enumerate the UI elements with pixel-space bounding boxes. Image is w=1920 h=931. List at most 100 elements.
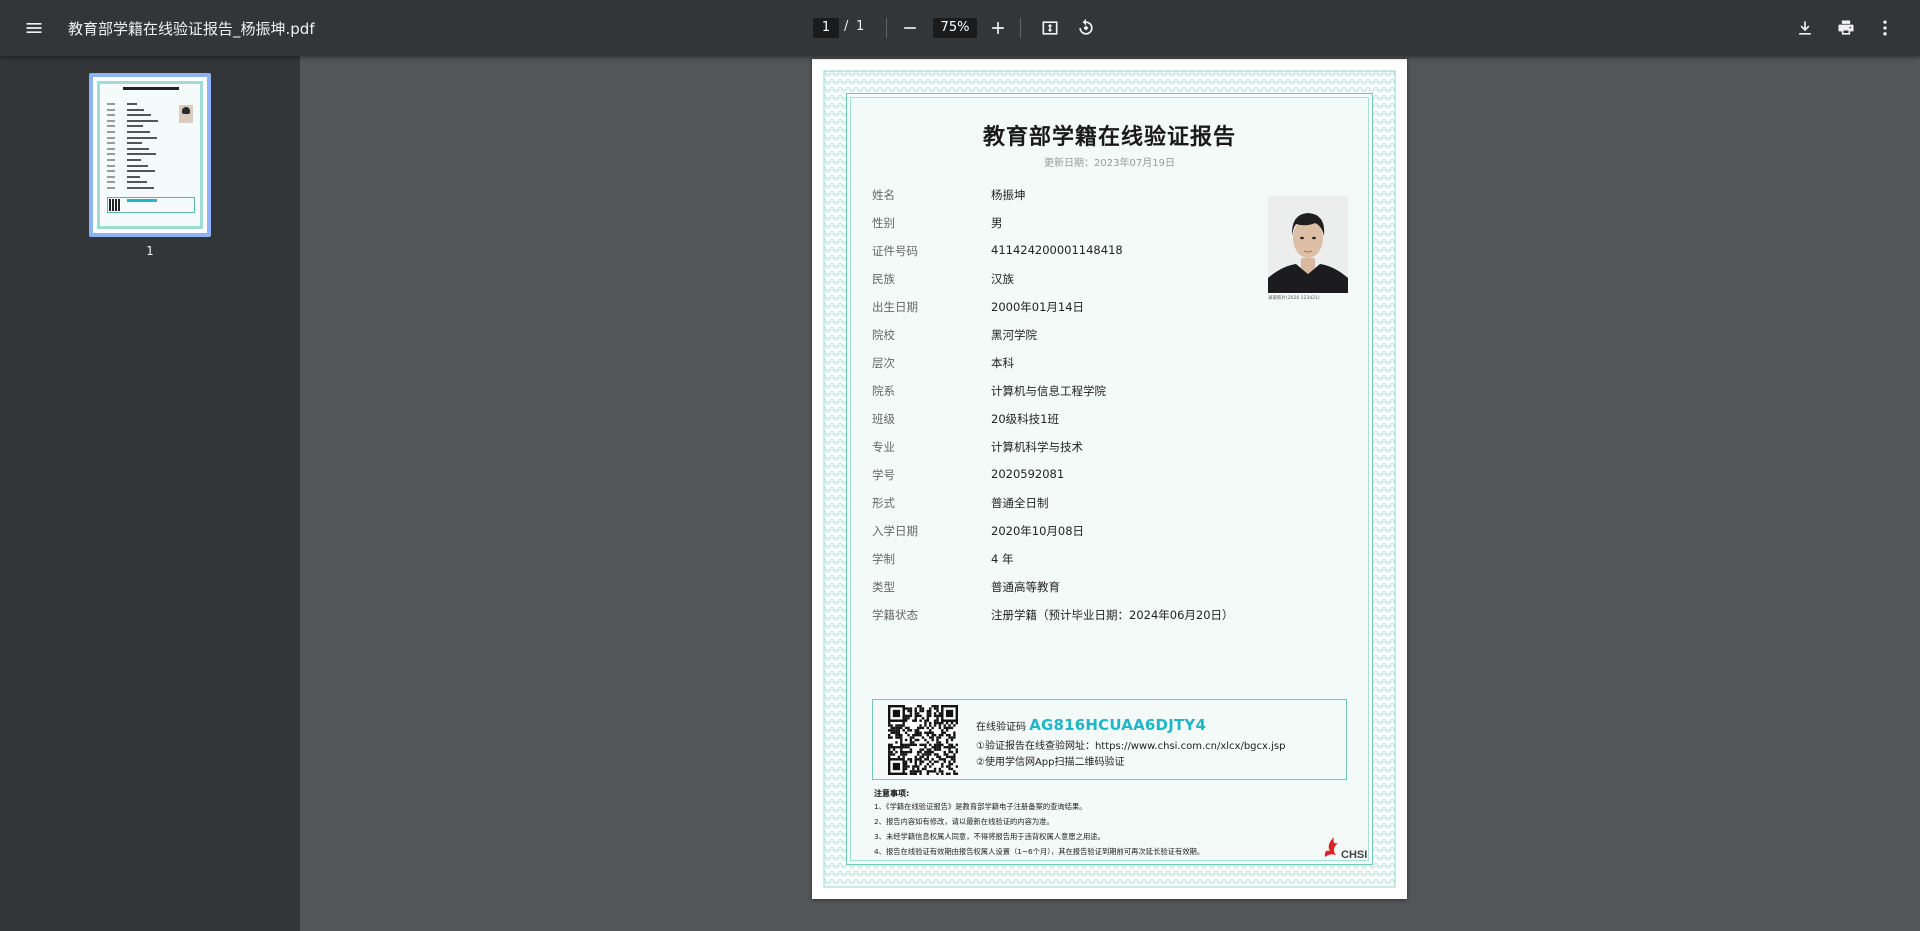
info-label: 证件号码 bbox=[872, 244, 918, 258]
thumbnail-text-line bbox=[127, 187, 154, 189]
thumbnail-text-line bbox=[107, 181, 115, 184]
thumbnail-text-line bbox=[107, 119, 115, 122]
update-date: 更新日期：2023年07月19日 bbox=[1044, 158, 1175, 169]
info-label: 性别 bbox=[872, 216, 895, 230]
thumbnail-text-line bbox=[107, 187, 115, 189]
print-button[interactable] bbox=[1828, 10, 1864, 46]
info-row: 学号 2020592081 bbox=[872, 467, 1292, 487]
info-row: 层次 本科 bbox=[872, 355, 1292, 375]
info-value: 杨振坤 bbox=[991, 188, 1026, 202]
chsi-logo: CHSI bbox=[1322, 835, 1382, 865]
info-label: 出生日期 bbox=[872, 300, 918, 314]
info-row: 学籍状态 注册学籍（预计毕业日期：2024年06月20日） bbox=[872, 607, 1292, 627]
thumbnail-text-line bbox=[127, 131, 150, 133]
thumbnail-text-line bbox=[107, 125, 115, 128]
report-title: 教育部学籍在线验证报告 bbox=[982, 125, 1236, 150]
notes-section: 注意事项: 1、《学籍在线验证报告》是教育部学籍电子注册备案的查询结果。 2、报… bbox=[874, 788, 1304, 862]
info-label: 层次 bbox=[872, 356, 895, 370]
info-label: 专业 bbox=[872, 440, 895, 454]
info-label: 姓名 bbox=[872, 188, 895, 202]
portrait-image bbox=[1268, 196, 1348, 293]
info-label: 学制 bbox=[872, 552, 895, 566]
thumbnail-text-line bbox=[107, 175, 115, 178]
document-title: 教育部学籍在线验证报告_杨振坤.pdf bbox=[68, 20, 315, 38]
page-number-input[interactable]: 1 bbox=[813, 18, 839, 38]
info-value: 411424200001148418 bbox=[991, 243, 1123, 257]
thumbnail-text-line bbox=[107, 114, 115, 117]
info-row: 院系 计算机与信息工程学院 bbox=[872, 383, 1292, 403]
thumbnail-text-line bbox=[107, 159, 115, 161]
fit-to-page-button[interactable] bbox=[1032, 10, 1068, 46]
info-row: 学制 4 年 bbox=[872, 551, 1292, 571]
thumbnail-text-line bbox=[127, 181, 147, 184]
zoom-out-icon bbox=[904, 27, 916, 29]
info-row: 院校 黑河学院 bbox=[872, 327, 1292, 347]
info-value: 汉族 bbox=[991, 272, 1014, 286]
info-label: 类型 bbox=[872, 580, 895, 594]
thumbnail-text-line bbox=[127, 170, 155, 173]
info-value: 4 年 bbox=[991, 552, 1014, 566]
verification-code-label: 在线验证码 bbox=[976, 722, 1026, 733]
note-item: 1、《学籍在线验证报告》是教育部学籍电子注册备案的查询结果。 bbox=[874, 802, 1087, 811]
info-value: 2000年01月14日 bbox=[991, 300, 1085, 314]
note-item: 2、报告内容如有修改，请以最新在线验证的内容为准。 bbox=[874, 817, 1054, 826]
thumbnail-text-line bbox=[127, 119, 158, 122]
info-label: 学号 bbox=[872, 468, 895, 482]
verification-code: AG816HCUAA6DJTY4 bbox=[1029, 716, 1207, 734]
zoom-in-icon bbox=[992, 22, 1004, 34]
rotate-button[interactable] bbox=[1068, 10, 1104, 46]
info-value: 普通高等教育 bbox=[991, 580, 1060, 594]
info-row: 证件号码 411424200001148418 bbox=[872, 243, 1292, 263]
thumbnail-text-line bbox=[127, 108, 144, 111]
thumbnail-text-line bbox=[127, 159, 141, 161]
page-thumbnail[interactable] bbox=[89, 73, 211, 237]
chsi-flame-icon bbox=[1324, 837, 1338, 857]
more-actions-button[interactable] bbox=[1867, 10, 1903, 46]
info-row: 民族 汉族 bbox=[872, 271, 1292, 291]
info-label: 院系 bbox=[872, 384, 895, 398]
thumbnail-text-line bbox=[107, 170, 115, 173]
fit-page-icon bbox=[1042, 21, 1058, 35]
verification-code-line: 在线验证码 AG816HCUAA6DJTY4 bbox=[976, 716, 1206, 734]
info-value: 黑河学院 bbox=[991, 328, 1037, 342]
menu-button[interactable] bbox=[16, 10, 52, 46]
zoom-level-input[interactable]: 75% bbox=[933, 18, 977, 38]
thumbnail-text-line bbox=[107, 131, 115, 133]
toolbar-divider bbox=[886, 18, 887, 38]
thumbnail-photo bbox=[179, 105, 193, 123]
thumbnail-text-line bbox=[107, 147, 115, 150]
info-value: 普通全日制 bbox=[991, 496, 1049, 510]
thumbnail-text-line bbox=[127, 164, 148, 167]
thumbnail-text-line bbox=[127, 114, 151, 117]
print-icon bbox=[1838, 20, 1854, 35]
verification-app-line: ②使用学信网App扫描二维码验证 bbox=[976, 757, 1125, 768]
zoom-in-button[interactable] bbox=[980, 10, 1016, 46]
thumbnail-text-line bbox=[127, 175, 140, 178]
info-value: 本科 bbox=[991, 356, 1014, 370]
thumbnail-text-line bbox=[127, 153, 156, 156]
info-label: 入学日期 bbox=[872, 524, 918, 538]
pdf-page: 教育部学籍在线验证报告 更新日期：2023年07月19日 姓名 杨振坤性别 男证件号… bbox=[812, 59, 1407, 899]
zoom-out-button[interactable] bbox=[892, 10, 928, 46]
download-button[interactable] bbox=[1787, 10, 1823, 46]
thumbnail-sidebar: 1 bbox=[0, 56, 300, 931]
verification-box: 在线验证码 AG816HCUAA6DJTY4 ①验证报告在线查验网址：https… bbox=[872, 699, 1347, 780]
info-row: 性别 男 bbox=[872, 215, 1292, 235]
thumbnail-code bbox=[127, 199, 157, 202]
pdf-toolbar: 教育部学籍在线验证报告_杨振坤.pdf 1 / 1 75% bbox=[0, 0, 1920, 56]
thumbnail-text-line bbox=[127, 125, 143, 128]
info-row: 出生日期 2000年01月14日 bbox=[872, 299, 1292, 319]
info-label: 形式 bbox=[872, 496, 895, 510]
more-vert-icon bbox=[1883, 20, 1887, 36]
thumbnail-text-line bbox=[127, 136, 157, 139]
info-row: 入学日期 2020年10月08日 bbox=[872, 523, 1292, 543]
thumbnail-text-line bbox=[107, 108, 115, 111]
info-value: 20级科技1班 bbox=[991, 412, 1059, 426]
info-value: 注册学籍（预计毕业日期：2024年06月20日） bbox=[991, 608, 1234, 622]
info-row: 专业 计算机科学与技术 bbox=[872, 439, 1292, 459]
thumbnail-text-line bbox=[107, 164, 115, 167]
menu-icon bbox=[26, 23, 42, 33]
info-row: 形式 普通全日制 bbox=[872, 495, 1292, 515]
info-row: 姓名 杨振坤 bbox=[872, 187, 1292, 207]
download-icon bbox=[1799, 21, 1811, 35]
